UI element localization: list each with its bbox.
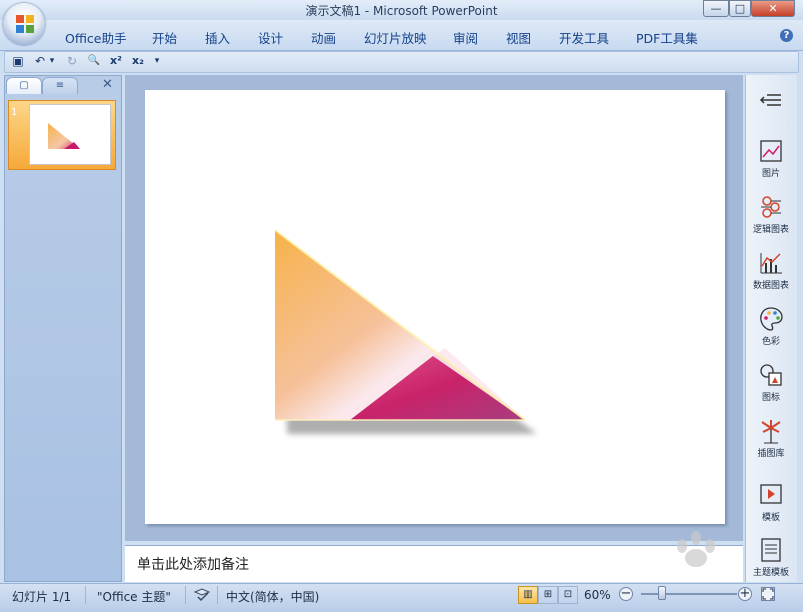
undo-dropdown-icon[interactable]: ▾ [48, 53, 56, 69]
rp-illustrations-label: 插图库 [757, 449, 785, 459]
customize-dropdown-icon[interactable]: ▾ [152, 53, 162, 69]
superscript-icon[interactable]: x² [108, 53, 124, 69]
logic-chart-icon [761, 196, 781, 218]
tab-insert[interactable]: 插入 [205, 28, 230, 47]
help-icon[interactable]: ? [780, 29, 793, 42]
data-chart-icon [760, 253, 782, 274]
tab-office-assistant[interactable]: Office助手 [65, 28, 127, 47]
rp-logic-chart-label: 逻辑图表 [752, 225, 789, 235]
tab-slideshow[interactable]: 幻灯片放映 [364, 28, 427, 47]
tab-pdf-tools[interactable]: PDF工具集 [636, 28, 698, 47]
slide-thumbnail[interactable] [29, 104, 111, 165]
rp-color[interactable]: 色彩 [745, 306, 797, 347]
fit-window-icon [762, 588, 774, 600]
tab-review[interactable]: 审阅 [453, 28, 478, 47]
illustration-icon [761, 420, 781, 444]
theme-name[interactable]: "Office 主题" [97, 588, 171, 605]
rp-template[interactable]: 模板 [745, 482, 797, 523]
undo-icon[interactable]: ↶ [32, 53, 48, 69]
status-divider [185, 586, 186, 604]
rp-picture-label: 图片 [761, 169, 780, 179]
slideshow-button[interactable]: ⊡ [558, 586, 578, 604]
tab-animations[interactable]: 动画 [311, 28, 336, 47]
rp-data-chart-label: 数据图表 [752, 281, 789, 291]
status-divider [217, 586, 218, 604]
thumbnail-number: 1 [11, 107, 18, 118]
office-button[interactable] [3, 3, 45, 45]
window-title: 演示文稿1 - Microsoft PowerPoint [305, 4, 498, 18]
picture-icon [760, 140, 782, 162]
triangle-shape[interactable] [145, 90, 725, 524]
rp-logic-chart[interactable]: 逻辑图表 [745, 194, 797, 235]
slide-canvas[interactable] [145, 90, 725, 524]
palette-icon [760, 307, 783, 331]
status-divider [85, 586, 86, 604]
maximize-button[interactable]: □ [729, 0, 751, 17]
rp-data-chart[interactable]: 数据图表 [745, 250, 797, 291]
office-logo-icon [16, 15, 34, 33]
tab-developer[interactable]: 开发工具 [559, 28, 609, 47]
zoom-in-button[interactable]: + [738, 587, 752, 601]
zoom-level[interactable]: 60% [584, 588, 611, 602]
collapse-icon[interactable] [759, 92, 783, 108]
baidu-watermark-logo [677, 531, 715, 567]
zoom-out-button[interactable]: − [619, 587, 633, 601]
template-icon [760, 484, 782, 504]
rp-picture[interactable]: 图片 [745, 138, 797, 179]
tab-design[interactable]: 设计 [258, 28, 283, 47]
close-pane-icon[interactable]: ✕ [102, 77, 113, 92]
outline-tab-icon: ≡ [55, 80, 65, 91]
normal-view-icon: ▥ [523, 589, 533, 600]
thumbnail-triangle [48, 123, 80, 149]
fit-to-window-button[interactable] [761, 587, 775, 601]
slides-tab-icon: ▢ [19, 80, 29, 91]
language-indicator[interactable]: 中文(简体，中国) [226, 588, 319, 605]
rp-illustrations[interactable]: 插图库 [745, 418, 797, 459]
rp-shapes[interactable]: 图标 [745, 362, 797, 403]
tab-home[interactable]: 开始 [152, 28, 177, 47]
spellcheck-icon[interactable] [193, 588, 211, 602]
slideshow-icon: ⊡ [563, 589, 573, 600]
slide-sorter-icon: ⊞ [543, 589, 553, 600]
zoom-slider[interactable] [641, 593, 737, 595]
slide-sorter-button[interactable]: ⊞ [538, 586, 558, 604]
print-preview-icon[interactable]: 🔍 [86, 53, 102, 69]
slide-counter: 幻灯片 1/1 [12, 590, 72, 604]
tab-view[interactable]: 视图 [506, 28, 531, 47]
subscript-icon[interactable]: x₂ [130, 53, 146, 69]
shapes-icon [760, 364, 782, 386]
zoom-slider-thumb[interactable] [658, 586, 666, 600]
save-icon[interactable]: ▣ [10, 53, 26, 69]
redo-icon[interactable]: ↻ [64, 53, 80, 69]
slides-tab[interactable]: ▢ [6, 77, 42, 94]
minimize-button[interactable]: — [703, 0, 729, 17]
rp-template-label: 模板 [761, 513, 780, 523]
outline-tab[interactable]: ≡ [42, 77, 78, 94]
close-button[interactable]: ✕ [751, 0, 795, 17]
rp-shapes-label: 图标 [761, 393, 780, 403]
notes-placeholder[interactable]: 单击此处添加备注 [137, 554, 249, 574]
rp-color-label: 色彩 [761, 337, 780, 347]
normal-view-button[interactable]: ▥ [518, 586, 538, 604]
